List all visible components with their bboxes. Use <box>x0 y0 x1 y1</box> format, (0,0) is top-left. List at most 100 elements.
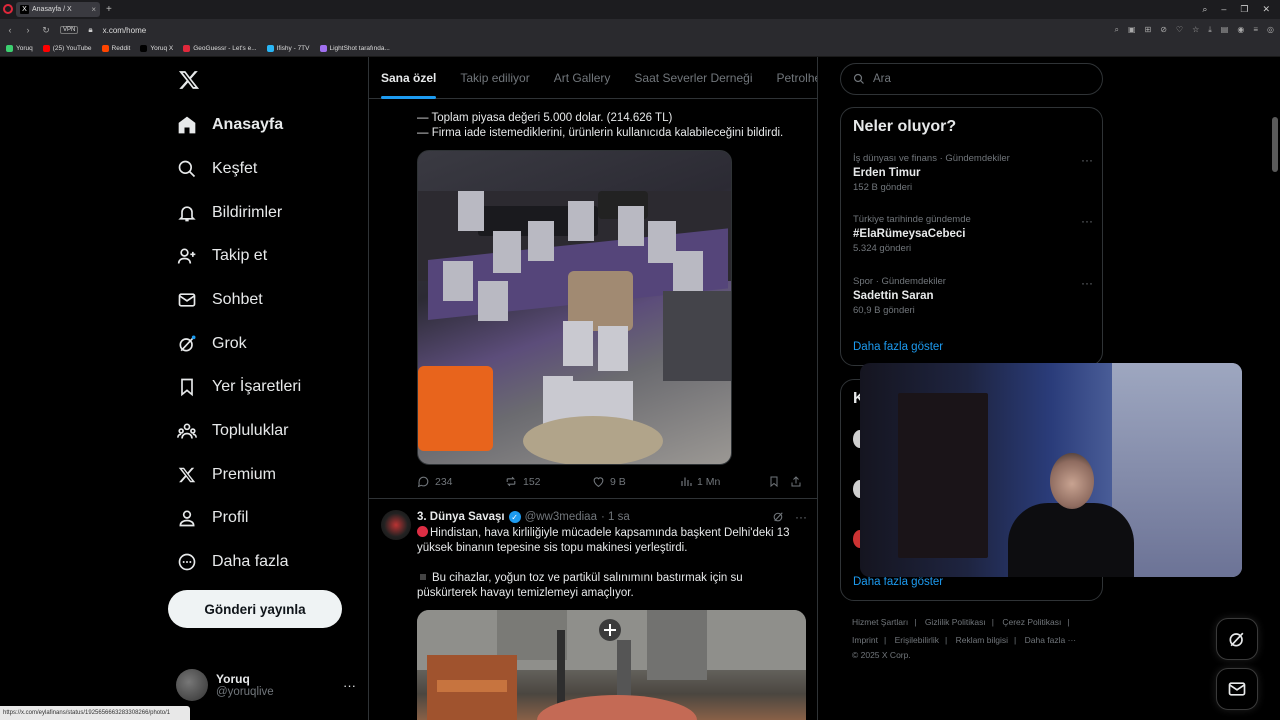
adblock-icon[interactable]: ⊘ <box>1160 25 1167 35</box>
account-icon[interactable]: ◉ <box>1237 25 1244 35</box>
footer-link[interactable]: Reklam bilgisi <box>956 635 1008 645</box>
nav-item-more[interactable]: Daha fazla <box>176 547 289 577</box>
nav-item-grok[interactable]: Grok <box>176 329 247 359</box>
more-dots-icon[interactable]: ··· <box>343 678 356 693</box>
reply-button[interactable]: 234 <box>417 475 504 488</box>
tweet-text-line: — Toplam piyasa değeri 5.000 dolar. (214… <box>417 112 673 124</box>
more-dots-icon[interactable]: ··· <box>1081 153 1093 167</box>
menu-icon[interactable]: ≡ <box>1253 25 1258 35</box>
bookmark-item[interactable]: Yoruq X <box>140 45 173 52</box>
grok-icon[interactable] <box>772 510 785 526</box>
nav-item-profile[interactable]: Profil <box>176 503 248 533</box>
share-button[interactable] <box>790 475 802 488</box>
bookmark-item[interactable]: Reddit <box>101 45 130 52</box>
nav-item-home[interactable]: Anasayfa <box>176 110 283 140</box>
bell-icon <box>176 202 198 224</box>
tab-petrolhead[interactable]: Petrolhea <box>776 57 817 99</box>
window-close-icon[interactable]: ✕ <box>1262 4 1270 15</box>
tweet-author-handle[interactable]: @ww3mediaa <box>525 511 597 523</box>
tweet[interactable]: 3. Dünya Savaşı ✓ @ww3mediaa · 1 sa ··· … <box>369 500 817 720</box>
tab-close-icon[interactable]: × <box>91 5 96 14</box>
tweet[interactable]: — Toplam piyasa değeri 5.000 dolar. (214… <box>369 99 817 499</box>
messages-fab-button[interactable] <box>1216 668 1258 710</box>
account-switcher[interactable]: Yoruq @yoruqlive ··· <box>176 667 356 703</box>
pin-icon[interactable]: ⊞ <box>1145 25 1152 35</box>
nav-item-bookmarks[interactable]: Yer İşaretleri <box>176 372 301 402</box>
bookmark-icon <box>770 476 778 488</box>
nav-item-communities[interactable]: Topluluklar <box>176 416 288 446</box>
address-bar: ‹ › ↻ VPN 🔒︎ x.com/home ⌕ ▣ ⊞ ⊘ ♡ ☆ ⤓ ▤ … <box>0 19 1280 41</box>
bookmark-page-icon[interactable]: ☆ <box>1192 25 1199 35</box>
tweet-video[interactable] <box>417 610 806 720</box>
show-more-link[interactable]: Daha fazla göster <box>853 341 943 353</box>
forward-icon[interactable]: › <box>24 25 32 35</box>
reload-icon[interactable]: ↻ <box>42 25 50 36</box>
snapshot-icon[interactable]: ▣ <box>1128 25 1136 35</box>
tweet-author-name[interactable]: 3. Dünya Savaşı <box>417 511 505 523</box>
url-field[interactable]: x.com/home <box>103 26 147 35</box>
repost-button[interactable]: 152 <box>504 475 592 488</box>
nav-item-explore[interactable]: Keşfet <box>176 154 257 184</box>
browser-tab[interactable]: X Anasayfa / X × <box>16 2 100 17</box>
grok-fab-button[interactable] <box>1216 618 1258 660</box>
search-tabs-icon[interactable]: ⌕ <box>1202 4 1207 15</box>
footer-link[interactable]: Gizlilik Politikası <box>925 617 986 627</box>
footer-link[interactable]: Imprint <box>852 635 878 645</box>
status-url-bar: https://x.com/eylafinans/status/19256566… <box>0 706 190 720</box>
reply-count: 234 <box>435 475 453 488</box>
tab-for-you[interactable]: Sana özel <box>381 57 437 99</box>
bookmark-item[interactable]: GeoGuessr - Let's e... <box>183 45 257 52</box>
tweet-image[interactable] <box>417 150 732 465</box>
show-more-link[interactable]: Daha fazla göster <box>853 576 943 588</box>
repost-count: 152 <box>523 475 541 488</box>
bookmark-item[interactable]: LightShot tarafında... <box>319 45 390 52</box>
footer-link[interactable]: Erişilebilirlik <box>895 635 939 645</box>
vpn-badge[interactable]: VPN <box>60 26 79 34</box>
download-icon[interactable]: ⤓ <box>1208 25 1212 35</box>
like-button[interactable]: 9 B <box>592 475 680 488</box>
footer-link[interactable]: Hizmet Şartları <box>852 617 908 627</box>
lock-icon[interactable]: 🔒︎ <box>88 25 92 35</box>
x-logo-icon[interactable] <box>178 69 200 97</box>
timeline: Sana özel Takip ediliyor Art Gallery Saa… <box>368 57 818 720</box>
nav-item-follow[interactable]: Takip et <box>176 241 267 271</box>
bookmark-item[interactable]: (25) YouTube <box>42 45 92 52</box>
more-dots-icon[interactable]: ··· <box>795 510 807 526</box>
avatar[interactable] <box>381 510 411 540</box>
home-icon <box>176 114 198 136</box>
tab-following[interactable]: Takip ediliyor <box>460 57 529 99</box>
more-dots-icon[interactable]: ··· <box>1081 276 1093 290</box>
aria-ai-icon[interactable]: ◎ <box>1267 25 1274 35</box>
nav-item-chat[interactable]: Sohbet <box>176 285 263 315</box>
tab-art-gallery[interactable]: Art Gallery <box>554 57 611 99</box>
mail-icon <box>176 289 198 311</box>
tab-saat-severler[interactable]: Saat Severler Derneği <box>634 57 752 99</box>
views-button[interactable]: 1 Mn <box>680 475 768 488</box>
maximize-icon[interactable]: ❐ <box>1240 4 1248 15</box>
nav-item-premium[interactable]: Premium <box>176 460 276 490</box>
trend-item[interactable]: İş dünyası ve finans · Gündemdekiler Erd… <box>853 153 1093 193</box>
grok-icon <box>176 333 198 355</box>
extension-icon[interactable]: ▤ <box>1221 25 1229 35</box>
trend-item[interactable]: Spor · Gündemdekiler Sadettin Saran 60,9… <box>853 276 1093 316</box>
opera-logo-icon[interactable] <box>3 4 13 14</box>
footer-link[interactable]: Daha fazla ··· <box>1025 635 1077 645</box>
tweet-time[interactable]: · 1 sa <box>601 511 630 523</box>
footer-link[interactable]: Çerez Politikası <box>1002 617 1061 627</box>
nav-label: Takip et <box>212 247 268 264</box>
minimize-icon[interactable]: – <box>1221 4 1226 15</box>
new-tab-icon[interactable]: + <box>106 4 112 15</box>
post-button[interactable]: Gönderi yayınla <box>168 590 342 628</box>
search-input[interactable]: Ara <box>840 63 1103 95</box>
trend-item[interactable]: Türkiye tarihinde gündemde #ElaRümeysaCe… <box>853 214 1093 254</box>
share-icon <box>791 476 801 487</box>
heart-icon[interactable]: ♡ <box>1176 25 1183 35</box>
bookmark-button[interactable] <box>768 475 790 488</box>
zoom-icon[interactable]: ⌕ <box>1114 25 1118 35</box>
page-scrollbar[interactable] <box>1272 117 1278 172</box>
more-dots-icon[interactable]: ··· <box>1081 214 1093 228</box>
bookmark-item[interactable]: Ifishy - 7TV <box>266 45 310 52</box>
bookmark-item[interactable]: Yoruq <box>6 45 33 52</box>
back-icon[interactable]: ‹ <box>6 25 14 35</box>
nav-item-notifications[interactable]: Bildirimler <box>176 198 282 228</box>
